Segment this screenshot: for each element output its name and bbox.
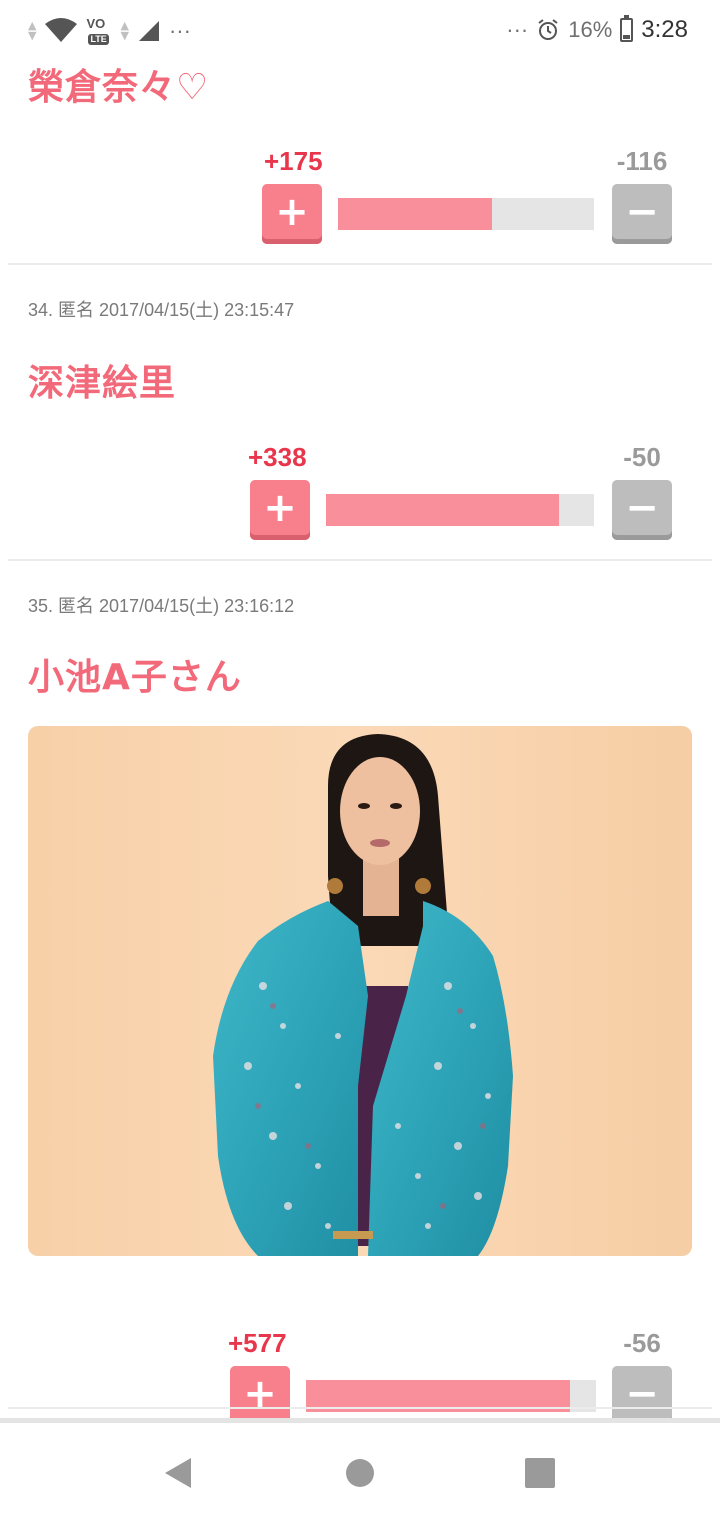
- system-navigation-bar: [0, 1418, 720, 1520]
- vote-ratio-fill: [338, 198, 492, 230]
- comment-item: 35. 匿名 2017/04/15(土) 23:16:12 小池A子さん +57…: [0, 562, 720, 1418]
- plus-count: +175: [264, 146, 323, 176]
- comment-body: 榮倉奈々♡: [28, 67, 210, 108]
- minus-count: -50: [623, 442, 661, 472]
- minus-count: -56: [623, 1328, 661, 1358]
- alarm-icon: [538, 19, 558, 40]
- minus-icon: −: [625, 1370, 659, 1417]
- lte-label: LTE: [88, 34, 109, 45]
- vote-ratio-bar: [326, 494, 594, 526]
- plus-vote-button[interactable]: +: [230, 1366, 290, 1418]
- status-bar: ▲ ▼ VO LTE ▲ ▼ ··· ··· 16% 3:28: [0, 0, 720, 62]
- wifi-icon: [45, 18, 78, 42]
- divider: [8, 1407, 712, 1409]
- minus-vote-button[interactable]: −: [612, 1366, 672, 1418]
- status-left: ▲ ▼ VO LTE ▲ ▼ ···: [28, 16, 191, 46]
- comment-meta: 34. 匿名 2017/04/15(土) 23:15:47: [28, 300, 295, 320]
- back-button[interactable]: [158, 1453, 198, 1493]
- minus-icon: −: [625, 484, 659, 531]
- portrait-photo: [28, 726, 692, 1256]
- comment-list[interactable]: 榮倉奈々♡ +175 -116 + − 34. 匿名 2017/04/15(土)…: [0, 62, 720, 1418]
- status-right: ··· 16% 3:28: [506, 15, 688, 44]
- volte-icon: VO LTE: [86, 16, 112, 46]
- vote-ratio-bar: [338, 198, 594, 230]
- comment-item: 34. 匿名 2017/04/15(土) 23:15:47 深津絵里 +338 …: [0, 266, 720, 562]
- signal-icon: [138, 21, 159, 41]
- battery-icon: [620, 15, 634, 42]
- plus-vote-button[interactable]: +: [250, 480, 310, 540]
- vote-panel: +175 -116 + −: [262, 146, 672, 246]
- plus-count: +577: [228, 1328, 287, 1358]
- plus-icon: +: [263, 484, 297, 531]
- clock: 3:28: [641, 16, 688, 43]
- volte-label: VO: [86, 16, 106, 31]
- minus-icon: −: [625, 188, 659, 235]
- home-circle-icon: [346, 1459, 374, 1487]
- comment-meta: 35. 匿名 2017/04/15(土) 23:16:12: [28, 596, 295, 616]
- comment-body: 小池A子さん: [28, 657, 242, 698]
- data-activity-icon: ▲ ▼: [120, 19, 129, 42]
- vote-ratio-fill: [326, 494, 560, 526]
- battery-percent: 16%: [568, 17, 613, 42]
- vote-panel: +338 -50 + −: [248, 442, 672, 542]
- plus-icon: +: [243, 1370, 277, 1417]
- recent-square-icon: [525, 1458, 555, 1488]
- plus-count: +338: [248, 442, 307, 472]
- comment-photo[interactable]: [28, 726, 692, 1256]
- comment-item: 榮倉奈々♡ +175 -116 + −: [0, 62, 720, 266]
- divider: [8, 559, 712, 561]
- plus-vote-button[interactable]: +: [262, 184, 322, 244]
- minus-count: -116: [616, 146, 668, 176]
- more-icons: ···: [506, 17, 529, 42]
- back-triangle-icon: [165, 1458, 191, 1488]
- divider: [8, 263, 712, 265]
- plus-icon: +: [275, 188, 309, 235]
- more-notifications-icon: ···: [168, 18, 191, 43]
- minus-vote-button[interactable]: −: [612, 480, 672, 540]
- vote-panel: +577 -56 + −: [228, 1328, 672, 1418]
- comment-body: 深津絵里: [28, 363, 177, 404]
- recent-apps-button[interactable]: [520, 1453, 560, 1493]
- data-activity-icon: ▲ ▼: [28, 19, 37, 42]
- minus-vote-button[interactable]: −: [612, 184, 672, 244]
- home-button[interactable]: [340, 1453, 380, 1493]
